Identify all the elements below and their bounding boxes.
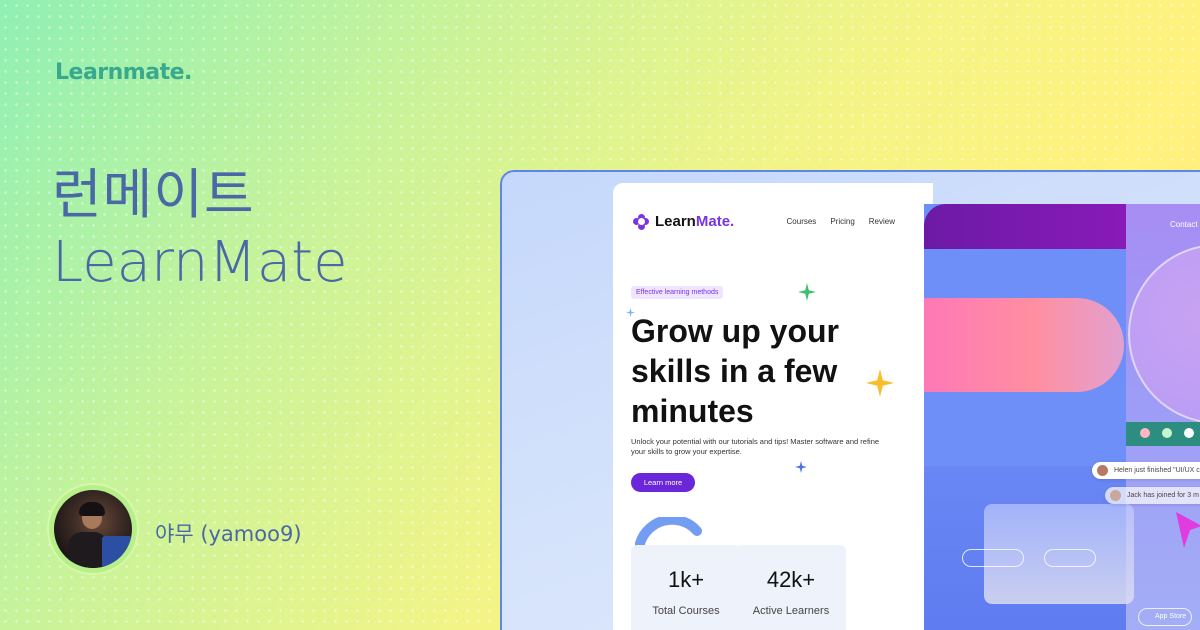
notification-jack: Jack has joined for 3 m (1105, 487, 1200, 504)
small-sparkle-icon (626, 308, 635, 317)
outline-pill (962, 549, 1024, 567)
stat-value: 1k+ (667, 567, 705, 592)
app-store-label: App Store (1155, 613, 1187, 620)
green-sparkle-icon (798, 283, 816, 301)
pink-pill-decoration (924, 298, 1124, 392)
purple-band (924, 204, 1134, 249)
notification-text: Helen just finished "UI/UX c (1114, 467, 1200, 474)
mockup-logo[interactable]: LearnMate. (633, 213, 734, 230)
stat-value: 42k+ (766, 567, 816, 592)
mockup-nav: Courses Pricing Review (787, 217, 895, 226)
mockup-landing-page: LearnMate. Courses Pricing Review Effect… (613, 183, 933, 630)
learn-more-button[interactable]: Learn more (631, 473, 695, 492)
stat-label: Active Learners (752, 605, 830, 617)
nav-courses[interactable]: Courses (787, 217, 817, 226)
notification-helen: Helen just finished "UI/UX c (1092, 462, 1200, 479)
nav-review[interactable]: Review (869, 217, 895, 226)
mockup-logo-main: Learn (655, 213, 696, 230)
hero-subtitle: Unlock your potential with our tutorials… (631, 437, 880, 456)
mockup-art-panel (924, 204, 1200, 630)
author-avatar (49, 485, 137, 573)
website-mockup: LearnMate. Courses Pricing Review Effect… (500, 170, 1200, 630)
white-dot (1184, 428, 1194, 438)
app-store-button[interactable]: App Store (1138, 608, 1192, 626)
flower-icon (633, 213, 649, 230)
hero-heading: Grow up your skills in a few minutes (631, 311, 891, 431)
stat-total-courses: 1k+ Total Courses (631, 545, 741, 630)
user-avatar (1097, 465, 1108, 476)
author-photo (54, 490, 132, 568)
title-english: LearnMate (52, 230, 348, 295)
user-avatar (1110, 490, 1121, 501)
nav-pricing[interactable]: Pricing (830, 217, 854, 226)
stat-active-learners: 42k+ Active Learners (736, 545, 846, 630)
hero-line-3: minutes (631, 393, 754, 429)
method-badge: Effective learning methods (631, 286, 724, 299)
author-name: 야무 (yamoo9) (155, 522, 302, 546)
hero-line-1: Grow up your (631, 313, 839, 349)
hero-line-2: skills in a few (631, 353, 838, 389)
outline-pill (1044, 549, 1096, 567)
yellow-sparkle-icon (866, 369, 894, 397)
notification-text: Jack has joined for 3 m (1127, 492, 1199, 499)
stat-label: Total Courses (652, 605, 720, 617)
mockup-logo-accent: Mate. (695, 213, 735, 230)
cursor-icon (1176, 512, 1200, 548)
blue-sparkle-icon (795, 461, 807, 473)
brand-logo: Learnmate. (55, 60, 192, 85)
title-korean: 런메이트 (52, 163, 255, 226)
contact-link[interactable]: Contact l (1170, 220, 1200, 229)
green-dot (1162, 428, 1172, 438)
pink-dot (1140, 428, 1150, 438)
